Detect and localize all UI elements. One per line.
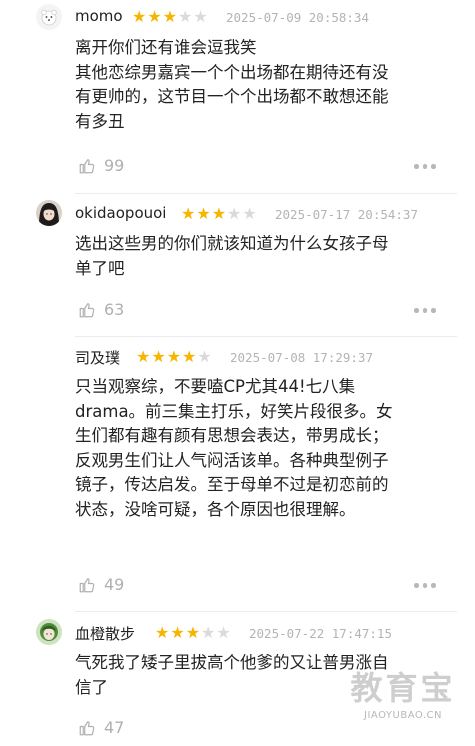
green-character-avatar-icon [36, 619, 62, 645]
dot [414, 164, 419, 169]
review-content: 只当观察综，不要嗑CP尤其44!七八集 drama。前三集主打乐，好笑片段很多。… [75, 375, 440, 522]
star-empty-icon: ★ [193, 7, 208, 26]
more-options-button[interactable] [414, 308, 436, 313]
thumbs-up-icon [79, 720, 95, 735]
username[interactable]: momo [75, 7, 123, 25]
review-line: 镜子，传达启发。至于母单不过是初恋前的 [75, 475, 389, 494]
username[interactable]: okidaopouoi [75, 204, 166, 222]
like-button[interactable]: 99 [78, 156, 124, 175]
rating-stars: ★ ★ ★ ★ ★ [136, 349, 212, 365]
like-button[interactable]: 47 [78, 718, 124, 737]
star-empty-icon: ★ [197, 347, 212, 366]
star-filled-icon: ★ [155, 623, 170, 642]
white-bear-avatar-icon [36, 4, 62, 30]
watermark-url: JIAOYUBAO.CN [364, 710, 442, 721]
review-line: 反观男生们让人气闷活该单。各种典型例子 [75, 450, 389, 470]
star-empty-icon: ★ [178, 7, 193, 26]
like-count: 63 [104, 300, 125, 319]
review-line: 选出这些男的你们就该知道为什么女孩子母 [75, 234, 389, 253]
star-empty-icon: ★ [216, 623, 231, 642]
star-filled-icon: ★ [196, 204, 211, 223]
review-time: 2025-07-17 20:54:37 [275, 207, 418, 222]
rating-stars: ★ ★ ★ ★ ★ [155, 625, 231, 641]
user-avatar[interactable] [36, 200, 62, 226]
star-filled-icon: ★ [132, 7, 147, 26]
star-filled-icon: ★ [151, 347, 166, 366]
review-time: 2025-07-22 17:47:15 [249, 626, 392, 641]
dot [414, 308, 419, 313]
divider [75, 336, 457, 337]
rating-stars: ★ ★ ★ ★ ★ [181, 206, 257, 222]
dot [422, 583, 427, 588]
thumbs-up-icon [79, 158, 95, 173]
star-filled-icon: ★ [136, 347, 151, 366]
star-filled-icon: ★ [185, 623, 201, 642]
review-line: 其他恋综男嘉宾一个个出场都在期待还有没 [75, 62, 389, 82]
review-time: 2025-07-09 20:58:34 [226, 10, 369, 25]
star-filled-icon: ★ [147, 7, 162, 26]
review-line: 离开你们还有谁会逗我笑 [75, 38, 257, 57]
dot [414, 583, 419, 588]
star-filled-icon: ★ [170, 623, 185, 642]
divider [75, 193, 457, 194]
thumbs-up-icon [79, 577, 95, 592]
rating-stars: ★ ★ ★ ★ ★ [132, 9, 208, 25]
star-empty-icon: ★ [201, 623, 216, 642]
star-filled-icon: ★ [181, 204, 196, 223]
review-line: 状态，没啥可疑，各个原因也很理解。 [75, 499, 356, 519]
divider [75, 611, 457, 612]
username[interactable]: 司及璞 [75, 347, 120, 368]
like-count: 99 [104, 156, 125, 175]
review-time: 2025-07-08 17:29:37 [230, 350, 373, 365]
review-line: drama。前三集主打乐，好笑片段很多。女 [75, 401, 393, 421]
user-avatar[interactable] [36, 4, 62, 30]
star-empty-icon: ★ [227, 204, 242, 223]
dot [431, 164, 436, 169]
star-filled-icon: ★ [211, 204, 227, 223]
review-line: 只当观察综，不要嗑CP尤其44!七八集 [75, 377, 356, 396]
star-filled-icon: ★ [162, 7, 178, 26]
like-count: 49 [104, 575, 125, 594]
review-content: 离开你们还有谁会逗我笑 其他恋综男嘉宾一个个出场都在期待还有没 有更帅的，这节目… [75, 36, 440, 134]
dark-hair-girl-avatar-icon [36, 200, 62, 226]
review-line: 单了吧 [75, 258, 125, 278]
review-line: 有更帅的，这节目一个个出场都不敢想还能 [75, 87, 389, 106]
review-line: 有多丑 [75, 111, 125, 131]
watermark-logo: 教育宝 JIAOYUBAO.CN [344, 670, 462, 721]
dot [431, 583, 436, 588]
review-line: 生们都有趣有颜有思想会表达，带男成长； [75, 426, 389, 445]
like-count: 47 [104, 718, 125, 737]
thumbs-up-icon [79, 302, 95, 317]
like-button[interactable]: 63 [78, 300, 124, 319]
dot [422, 164, 427, 169]
star-filled-icon: ★ [182, 347, 197, 366]
username[interactable]: 血橙散步 [75, 623, 135, 644]
dot [431, 308, 436, 313]
more-options-button[interactable] [414, 164, 436, 169]
star-filled-icon: ★ [166, 347, 182, 366]
like-button[interactable]: 49 [78, 575, 124, 594]
dot [422, 308, 427, 313]
star-empty-icon: ★ [242, 204, 257, 223]
more-options-button[interactable] [414, 583, 436, 588]
watermark-main-text: 教育宝 [350, 669, 456, 707]
user-avatar[interactable] [36, 619, 62, 645]
review-content: 选出这些男的你们就该知道为什么女孩子母 单了吧 [75, 232, 440, 281]
